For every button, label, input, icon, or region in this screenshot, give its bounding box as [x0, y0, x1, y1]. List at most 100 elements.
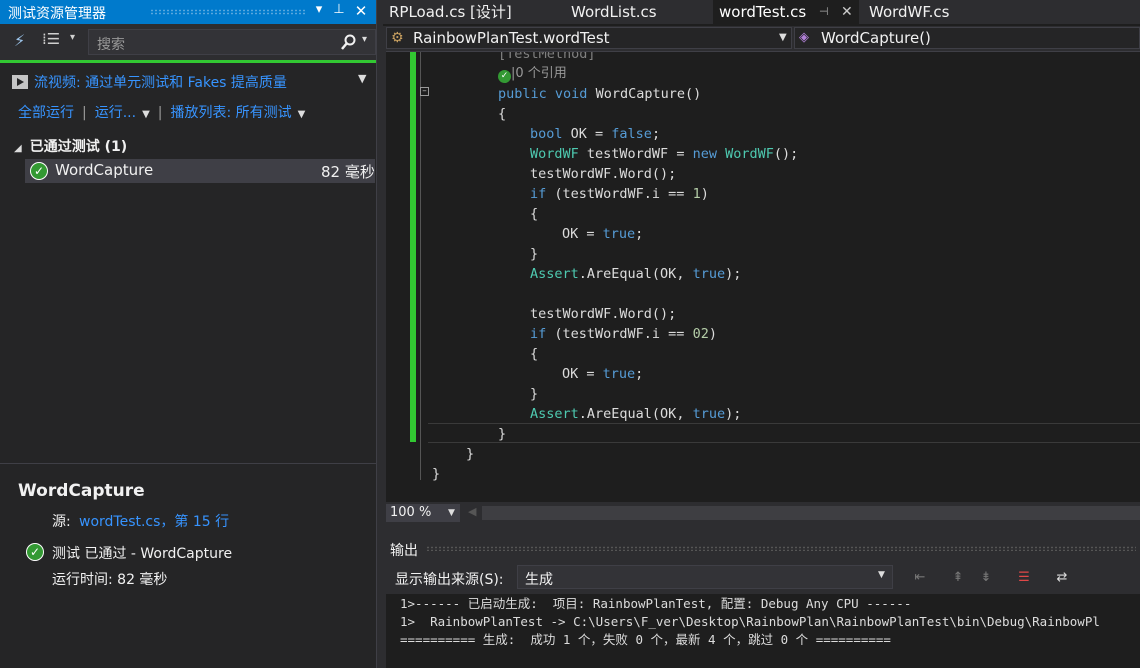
run-link[interactable]: 运行... [95, 105, 136, 121]
video-dropdown-icon[interactable]: ▼ [358, 72, 366, 85]
class-dropdown[interactable]: ⚙ RainbowPlanTest.wordTest ▼ [386, 27, 792, 49]
zoom-dropdown[interactable]: 100 % ▼ [386, 504, 460, 522]
tab-wordwf[interactable]: WordWF.cs [863, 0, 1003, 24]
source-link[interactable]: wordTest.cs，第 15 行 [79, 511, 229, 531]
code-line-15: } [530, 386, 539, 402]
video-icon [12, 75, 28, 89]
summary-title: WordCapture [18, 481, 145, 501]
summary-runtime: 运行时间: 82 毫秒 [52, 572, 168, 588]
output-source-arrow-icon[interactable]: ▼ [878, 570, 885, 580]
code-line-7: { [530, 206, 539, 222]
run-tests-after-build-icon[interactable]: ⚡ [14, 31, 25, 50]
output-header[interactable]: 输出 [386, 532, 1140, 562]
test-status-bar [0, 60, 376, 63]
code-line-12: if (testWordWF.i == 02) [530, 326, 717, 342]
group-by-dropdown-icon[interactable]: ▾ [70, 32, 75, 43]
playlist-dropdown-icon[interactable]: ▼ [298, 109, 306, 120]
scroll-left-icon[interactable]: ◀ [468, 505, 476, 518]
code-line-1: public void WordCapture() [498, 86, 702, 102]
search-placeholder: 搜索 [97, 37, 125, 53]
class-dropdown-arrow-icon[interactable]: ▼ [779, 28, 787, 48]
zoom-bar: 100 % ▼ ◀ [386, 502, 1140, 524]
run-dropdown-icon[interactable]: ▼ [142, 109, 150, 120]
tab-close-icon[interactable]: ✕ [841, 0, 853, 24]
source-label: 源: [52, 514, 71, 530]
output-toolbar: 显示输出来源(S): 生成 ▼ ⇤ ⇞ ⇟ ☰ ⇄ [386, 562, 1140, 594]
horizontal-scrollbar[interactable] [482, 506, 1140, 520]
tab-label: RPLoad.cs [设计] [389, 3, 512, 21]
test-explorer-title: 测试资源管理器 [8, 6, 106, 22]
test-row[interactable]: ✓ WordCapture 82 毫秒 [25, 159, 375, 183]
code-line-3: bool OK = false; [530, 126, 661, 142]
code-line-attribute: [TestMethod] [498, 52, 596, 62]
zoom-value: 100 % [390, 505, 432, 520]
navigation-bar: ⚙ RainbowPlanTest.wordTest ▼ ◈ WordCaptu… [386, 26, 1140, 52]
method-icon: ◈ [799, 30, 809, 45]
run-all-link[interactable]: 全部运行 [18, 105, 74, 121]
method-name: WordCapture() [595, 86, 702, 102]
output-text-area[interactable]: 1>------ 已启动生成: 项目: RainbowPlanTest, 配置:… [386, 594, 1140, 668]
group-header-label: 已通过测试 (1) [29, 139, 128, 155]
code-line-13: { [530, 346, 539, 362]
go-to-previous-icon[interactable]: ⇞ [948, 568, 968, 588]
tab-label: WordList.cs [571, 3, 657, 21]
video-link-row[interactable]: 流视频: 通过单元测试和 Fakes 提高质量 ▼ [12, 72, 372, 94]
code-line-5: testWordWF.Word(); [530, 166, 677, 182]
codelens-passed-icon: ✓ [498, 70, 511, 83]
code-editor[interactable]: – [TestMethod] ✓ |0 个引用 public void WordC… [386, 52, 1140, 502]
codelens-row[interactable]: ✓ |0 个引用 [498, 64, 567, 84]
output-line: 1> RainbowPlanTest -> C:\Users\F_ver\Des… [400, 614, 1100, 629]
tab-rpload-design[interactable]: RPLoad.cs [设计] [383, 0, 533, 24]
code-lines: [TestMethod] ✓ |0 个引用 public void WordCap… [386, 52, 1140, 502]
tab-pin-icon[interactable]: ⊣ [819, 0, 829, 24]
code-line-6: if (testWordWF.i == 1) [530, 186, 709, 202]
find-message-icon[interactable]: ⇤ [910, 568, 930, 588]
output-source-select[interactable]: 生成 ▼ [517, 565, 893, 589]
code-line-11: testWordWF.Word(); [530, 306, 677, 322]
search-icon[interactable] [341, 34, 357, 50]
code-line-18: } [466, 446, 475, 462]
test-explorer-titlebar[interactable]: 测试资源管理器 ▾ ⊥ ✕ [0, 0, 376, 24]
tab-wordlist[interactable]: WordList.cs [565, 0, 705, 24]
search-options-dropdown-icon[interactable]: ▾ [362, 34, 367, 45]
member-dropdown[interactable]: ◈ WordCapture() [794, 27, 1140, 49]
member-dropdown-value: WordCapture() [821, 29, 931, 47]
class-icon: ⚙ [391, 30, 404, 46]
tab-label: WordWF.cs [869, 3, 950, 21]
titlebar-grip [150, 9, 305, 15]
class-dropdown-value: RainbowPlanTest.wordTest [413, 29, 610, 47]
test-name: WordCapture [55, 161, 154, 179]
test-explorer-panel: 测试资源管理器 ▾ ⊥ ✕ ⚡ ⁞☰ ▾ 搜索 ▾ 流视频: 通过单元测试和 F… [0, 0, 377, 668]
output-line: 1>------ 已启动生成: 项目: RainbowPlanTest, 配置:… [400, 596, 912, 611]
code-line-16: Assert.AreEqual(OK, true); [530, 406, 742, 422]
passed-tests-group[interactable]: ◢ 已通过测试 (1) [14, 136, 127, 156]
code-line-14: OK = true; [562, 366, 644, 382]
close-icon[interactable]: ✕ [352, 2, 370, 20]
search-input[interactable]: 搜索 ▾ [88, 29, 376, 55]
passed-check-icon: ✓ [30, 162, 48, 180]
zoom-dropdown-arrow-icon[interactable]: ▼ [448, 504, 455, 522]
code-line-10: Assert.AreEqual(OK, true); [530, 266, 742, 282]
group-by-icon[interactable]: ⁞☰ [42, 30, 60, 48]
clear-all-icon[interactable]: ☰ [1014, 568, 1034, 588]
codelens-references[interactable]: 0 个引用 [515, 66, 566, 81]
summary-status: 测试 已通过 - WordCapture [52, 546, 233, 562]
tab-wordtest[interactable]: wordTest.cs ⊣ ✕ [713, 0, 859, 24]
code-line-2: { [498, 106, 507, 122]
toggle-word-wrap-icon[interactable]: ⇄ [1052, 568, 1072, 588]
window-position-dropdown-icon[interactable]: ▾ [310, 2, 328, 17]
collapse-triangle-icon[interactable]: ◢ [14, 143, 22, 154]
output-line: ========== 生成: 成功 1 个，失败 0 个，最新 4 个，跳过 0… [400, 632, 891, 647]
output-source-value: 生成 [525, 572, 553, 588]
test-duration: 82 毫秒 [321, 163, 375, 181]
code-line-19: } [432, 466, 441, 482]
code-line-17: } [498, 426, 507, 442]
output-title-grip [426, 546, 1136, 551]
pin-icon[interactable]: ⊥ [330, 2, 348, 17]
code-line-8: OK = true; [562, 226, 644, 242]
output-title: 输出 [390, 543, 418, 559]
video-link[interactable]: 流视频: 通过单元测试和 Fakes 提高质量 [34, 75, 287, 91]
playlist-link[interactable]: 播放列表: 所有测试 [171, 105, 292, 121]
go-to-next-icon[interactable]: ⇟ [976, 568, 996, 588]
code-line-9: } [530, 246, 539, 262]
